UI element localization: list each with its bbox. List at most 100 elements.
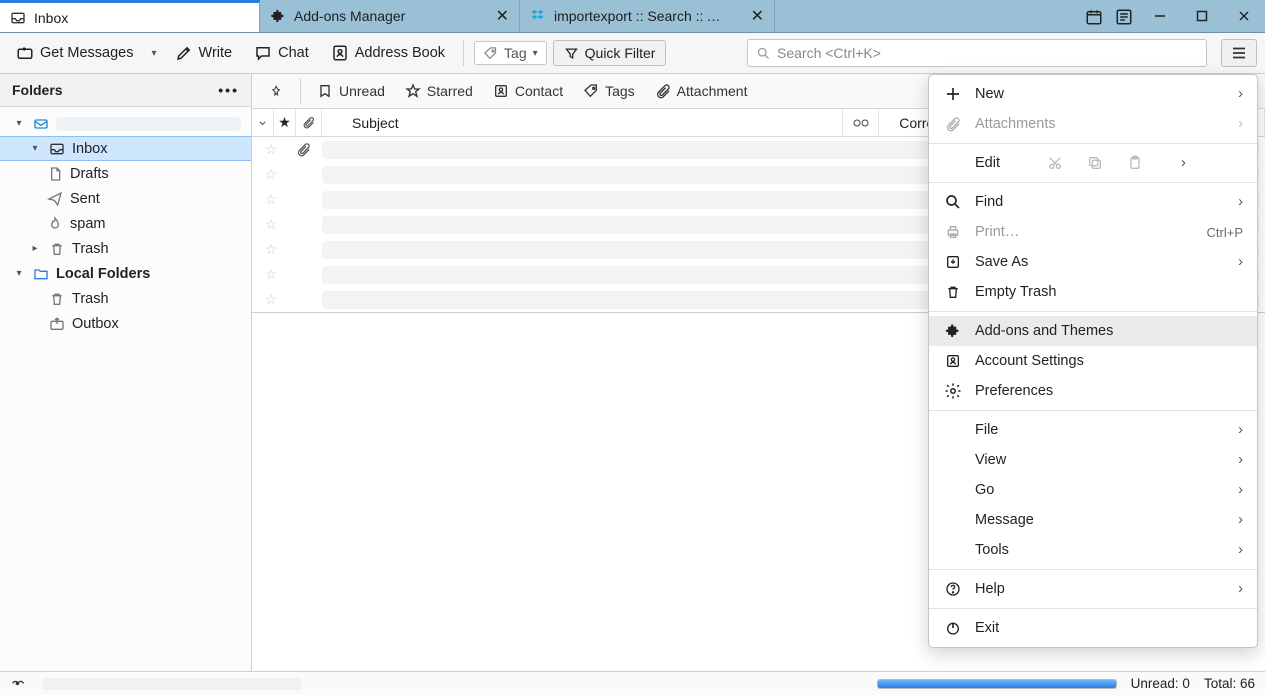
toolbar-label: Chat bbox=[278, 45, 309, 61]
tag-button[interactable]: Tag ▾ bbox=[474, 41, 547, 65]
folders-sidebar: Folders ••• ▾ ▾ Inbox Drafts Sent bbox=[0, 74, 252, 671]
get-messages-button[interactable]: Get Messages bbox=[8, 40, 142, 66]
menu-print: Print… Ctrl+P bbox=[929, 217, 1257, 247]
menu-separator bbox=[929, 182, 1257, 183]
menu-attachments: Attachments › bbox=[929, 109, 1257, 139]
star-icon[interactable]: ☆ bbox=[252, 141, 290, 158]
folder-tree: ▾ ▾ Inbox Drafts Sent spam ▸ bbox=[0, 107, 251, 340]
cut-icon[interactable] bbox=[1047, 155, 1063, 171]
write-button[interactable]: Write bbox=[167, 40, 241, 66]
unread-count: Unread: 0 bbox=[1131, 676, 1190, 691]
folder-outbox[interactable]: Outbox bbox=[0, 311, 251, 336]
thread-column[interactable] bbox=[252, 109, 274, 136]
star-icon[interactable]: ☆ bbox=[252, 216, 290, 233]
star-icon[interactable]: ☆ bbox=[252, 241, 290, 258]
chevron-right-icon: › bbox=[1238, 452, 1243, 468]
menu-exit[interactable]: Exit bbox=[929, 613, 1257, 643]
folder-sent[interactable]: Sent bbox=[0, 186, 251, 211]
menu-file[interactable]: File› bbox=[929, 415, 1257, 445]
twisty-icon[interactable]: ▾ bbox=[12, 268, 26, 279]
menu-new[interactable]: New › bbox=[929, 79, 1257, 109]
filter-label: Unread bbox=[339, 83, 385, 99]
pin-filter[interactable] bbox=[260, 79, 292, 103]
tab-close-icon[interactable]: ✕ bbox=[496, 6, 509, 26]
menu-save-as[interactable]: Save As › bbox=[929, 247, 1257, 277]
menu-view[interactable]: View› bbox=[929, 445, 1257, 475]
twisty-icon[interactable]: ▸ bbox=[28, 243, 42, 254]
close-button[interactable] bbox=[1223, 0, 1265, 33]
tasks-icon[interactable] bbox=[1109, 0, 1139, 33]
local-folders-node[interactable]: ▾ Local Folders bbox=[0, 261, 251, 286]
tab-importexport[interactable]: importexport :: Search :: Add ✕ bbox=[520, 0, 775, 32]
star-column[interactable]: ★ bbox=[274, 109, 296, 136]
chat-button[interactable]: Chat bbox=[246, 40, 317, 66]
subject-column[interactable]: Subject bbox=[322, 109, 843, 136]
window-controls bbox=[1139, 0, 1265, 32]
menu-help[interactable]: Help › bbox=[929, 574, 1257, 604]
online-icon[interactable] bbox=[10, 677, 28, 691]
search-icon bbox=[943, 193, 963, 211]
get-messages-dropdown[interactable]: ▾ bbox=[148, 44, 161, 63]
folder-local-trash[interactable]: Trash bbox=[0, 286, 251, 311]
trash-icon bbox=[943, 284, 963, 300]
quick-filter-button[interactable]: Quick Filter bbox=[553, 40, 667, 66]
document-icon bbox=[46, 166, 64, 182]
paste-icon[interactable] bbox=[1127, 155, 1143, 171]
menu-empty-trash[interactable]: Empty Trash bbox=[929, 277, 1257, 307]
starred-filter[interactable]: Starred bbox=[397, 79, 481, 103]
folder-spam[interactable]: spam bbox=[0, 211, 251, 236]
app-menu-button[interactable] bbox=[1221, 39, 1257, 67]
menu-find[interactable]: Find › bbox=[929, 187, 1257, 217]
star-icon[interactable]: ☆ bbox=[252, 266, 290, 283]
account-label bbox=[56, 117, 241, 131]
account-node[interactable]: ▾ bbox=[0, 111, 251, 136]
menu-account-settings[interactable]: Account Settings bbox=[929, 346, 1257, 376]
folders-title: Folders bbox=[12, 82, 63, 98]
contact-filter[interactable]: Contact bbox=[485, 79, 571, 103]
tags-filter[interactable]: Tags bbox=[575, 79, 643, 103]
folder-trash[interactable]: ▸ Trash bbox=[0, 236, 251, 261]
calendar-icon[interactable] bbox=[1079, 0, 1109, 33]
folder-label: Drafts bbox=[70, 166, 109, 182]
menu-separator bbox=[929, 569, 1257, 570]
tab-close-icon[interactable]: ✕ bbox=[751, 6, 764, 26]
twisty-icon[interactable]: ▾ bbox=[12, 118, 26, 129]
folder-label: spam bbox=[70, 216, 105, 232]
maximize-button[interactable] bbox=[1181, 0, 1223, 33]
menu-separator bbox=[929, 311, 1257, 312]
star-icon[interactable]: ☆ bbox=[252, 191, 290, 208]
folders-options-icon[interactable]: ••• bbox=[218, 82, 239, 98]
attachment-filter[interactable]: Attachment bbox=[647, 79, 756, 103]
folder-inbox[interactable]: ▾ Inbox bbox=[0, 136, 251, 161]
address-book-button[interactable]: Address Book bbox=[323, 40, 453, 66]
folder-label: Trash bbox=[72, 291, 109, 307]
attachment-column[interactable] bbox=[296, 109, 322, 136]
unread-filter[interactable]: Unread bbox=[309, 79, 393, 103]
read-column[interactable] bbox=[843, 109, 879, 136]
folder-label: Inbox bbox=[72, 141, 107, 157]
menu-preferences[interactable]: Preferences bbox=[929, 376, 1257, 406]
tab-addons[interactable]: Add-ons Manager ✕ bbox=[260, 0, 520, 32]
chevron-right-icon: › bbox=[1238, 86, 1243, 102]
menu-go[interactable]: Go› bbox=[929, 475, 1257, 505]
mailbox-icon bbox=[32, 116, 50, 132]
chevron-right-icon: › bbox=[1238, 542, 1243, 558]
menu-separator bbox=[929, 410, 1257, 411]
filter-label: Starred bbox=[427, 83, 473, 99]
minimize-button[interactable] bbox=[1139, 0, 1181, 33]
filter-label: Contact bbox=[515, 83, 563, 99]
twisty-icon[interactable]: ▾ bbox=[28, 143, 42, 154]
tab-inbox[interactable]: Inbox bbox=[0, 0, 260, 32]
dropbox-icon bbox=[530, 8, 546, 24]
menu-tools[interactable]: Tools› bbox=[929, 535, 1257, 565]
folder-drafts[interactable]: Drafts bbox=[0, 161, 251, 186]
menu-message[interactable]: Message› bbox=[929, 505, 1257, 535]
star-icon[interactable]: ☆ bbox=[252, 291, 290, 308]
global-search-input[interactable]: Search <Ctrl+K> bbox=[747, 39, 1207, 67]
menu-edit[interactable]: Edit › bbox=[929, 148, 1257, 178]
gear-icon bbox=[943, 382, 963, 400]
copy-icon[interactable] bbox=[1087, 155, 1103, 171]
sent-icon bbox=[46, 191, 64, 207]
star-icon[interactable]: ☆ bbox=[252, 166, 290, 183]
menu-addons[interactable]: Add-ons and Themes bbox=[929, 316, 1257, 346]
